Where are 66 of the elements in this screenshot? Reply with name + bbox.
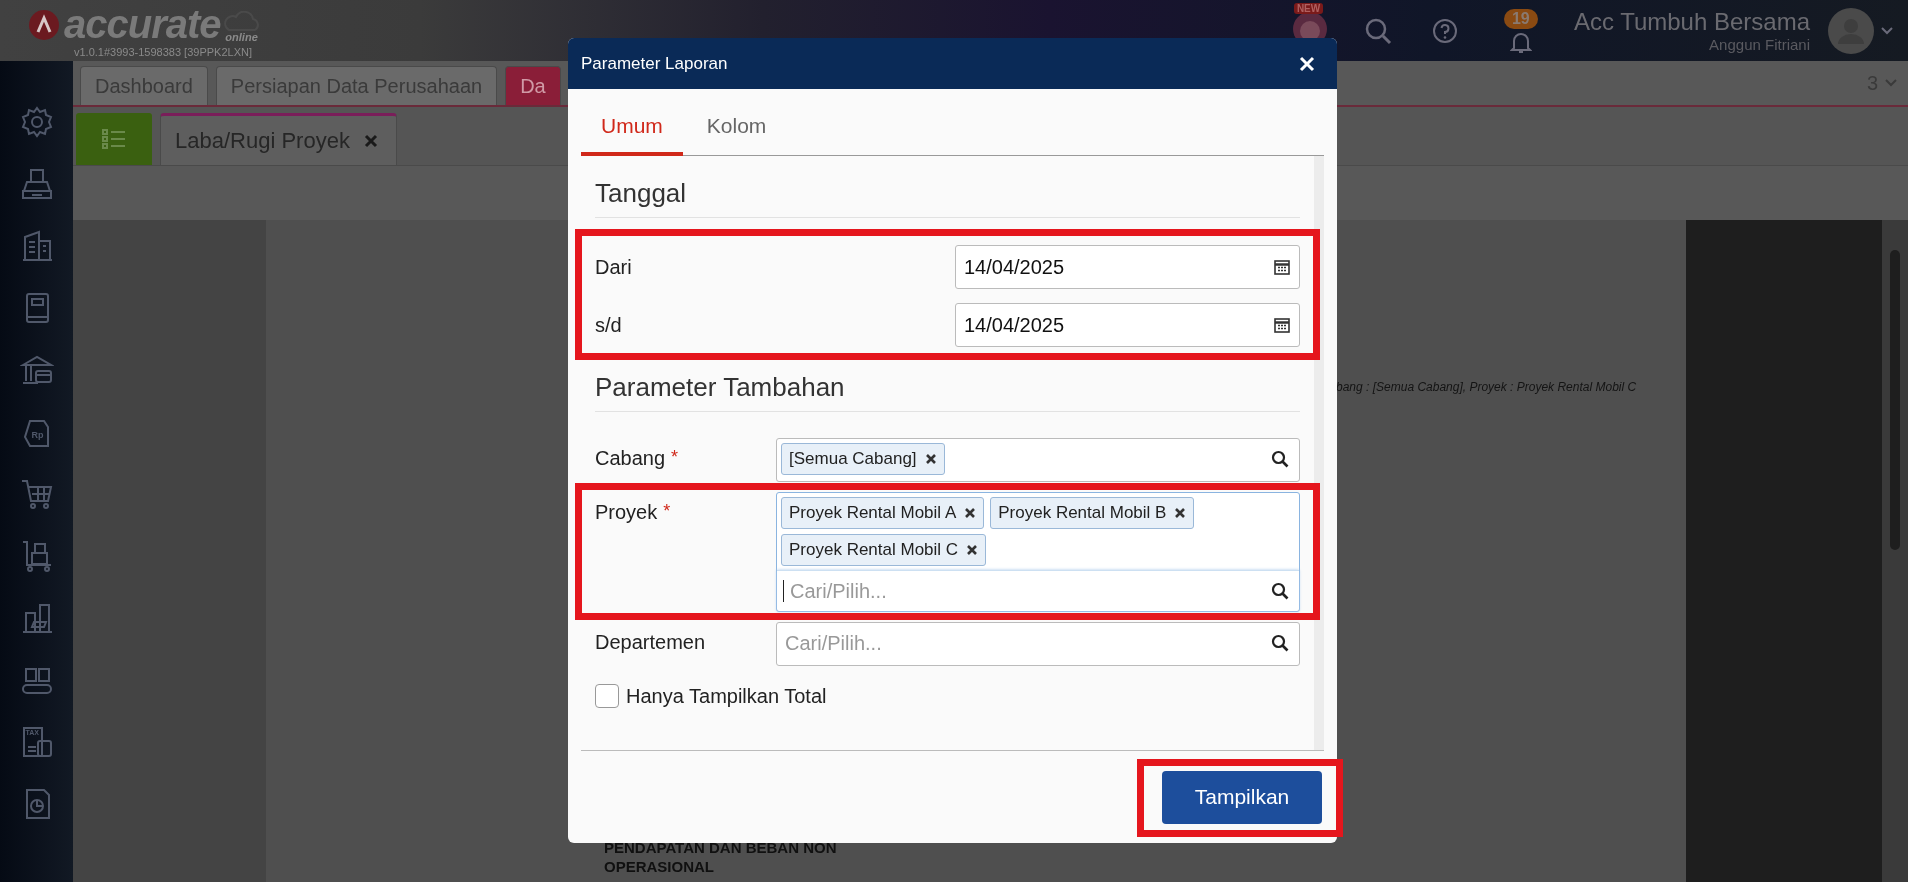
icon-label: Rp xyxy=(31,430,44,440)
multi-select-field[interactable]: Proyek Rental Mobil A Proyek Rental Mobil B Proyek Rental Mobil C Cari/Pilih... xyxy=(776,492,1300,612)
section-heading: Tanggal xyxy=(595,178,1300,218)
section-heading: Parameter Tambahan xyxy=(595,372,1300,412)
company-name: Acc Tumbuh Bersama xyxy=(1573,8,1810,36)
report-section-heading: PENDAPATAN DAN BEBAN NON OPERASIONAL xyxy=(604,838,838,876)
tab-label: Laba/Rugi Proyek xyxy=(175,127,350,154)
list-icon xyxy=(101,127,127,151)
notification-badge: 19 xyxy=(1503,8,1538,29)
placeholder-text: Cari/Pilih... xyxy=(789,579,888,603)
scrollbar[interactable] xyxy=(1314,156,1324,750)
tag-label: Proyek Rental Mobil B xyxy=(998,503,1167,523)
chevron-down-icon[interactable] xyxy=(1880,25,1894,36)
price-tag-menu-item[interactable]: Rp xyxy=(19,415,54,449)
tag-label: Proyek Rental Mobil C xyxy=(789,540,959,560)
remove-icon[interactable] xyxy=(1174,507,1187,519)
report-filter-text: bang : [Semua Cabang], Proyek : Proyek Rental Mobil C xyxy=(1336,380,1638,394)
cash-register-menu-item[interactable] xyxy=(19,167,54,201)
report-tab[interactable]: Laba/Rugi Proyek xyxy=(160,113,397,165)
cart-icon xyxy=(19,477,54,511)
avatar-icon[interactable] xyxy=(1828,7,1874,54)
dialog-tab[interactable]: Umum xyxy=(581,114,683,156)
required-mark: * xyxy=(663,501,671,523)
field-label: Proyek xyxy=(595,501,658,524)
dialog-title: Parameter Laporan xyxy=(581,53,728,74)
show-button[interactable]: Tampilkan xyxy=(1162,770,1322,824)
remove-icon[interactable] xyxy=(924,453,937,465)
logo-icon xyxy=(28,8,60,41)
search-icon[interactable] xyxy=(1271,582,1289,600)
cart-menu-item[interactable] xyxy=(19,477,54,511)
field-label: s/d xyxy=(595,313,622,337)
placeholder-text: Cari/Pilih... xyxy=(784,631,882,655)
required-mark: * xyxy=(671,447,679,469)
logo-subtext: online xyxy=(225,30,258,43)
chevron-down-icon xyxy=(1884,78,1898,88)
logo-text: accurate xyxy=(64,2,221,47)
field-label: Departemen xyxy=(595,631,706,654)
remove-icon[interactable] xyxy=(966,544,979,556)
search-icon[interactable] xyxy=(1271,634,1289,652)
user-name: Anggun Fitriani xyxy=(1709,36,1810,53)
remove-icon[interactable] xyxy=(964,507,977,519)
cash-register-icon xyxy=(19,167,54,201)
multi-select-field[interactable]: Cari/Pilih... xyxy=(776,622,1300,666)
date-field[interactable]: 14/04/2025 xyxy=(955,245,1300,289)
bank-menu-item[interactable] xyxy=(19,353,54,387)
search-icon[interactable] xyxy=(1271,450,1289,468)
field-label: Dari xyxy=(595,255,632,279)
date-field[interactable]: 14/04/2025 xyxy=(955,303,1300,347)
module-tab[interactable]: Da xyxy=(505,66,561,105)
tag-label: [Semua Cabang] xyxy=(789,449,917,469)
new-badge: NEW xyxy=(1293,2,1324,14)
multi-select-field[interactable]: [Semua Cabang] xyxy=(776,438,1300,482)
version-text: v1.0.1#3993-1598383 [39PPK2LXN] xyxy=(74,45,253,58)
scrollbar[interactable] xyxy=(1882,220,1908,882)
calendar-icon[interactable] xyxy=(1273,316,1291,334)
dialog-tab[interactable]: Kolom xyxy=(686,114,787,156)
calendar-icon[interactable] xyxy=(1273,258,1291,276)
gear-menu-item[interactable] xyxy=(19,105,54,139)
bank-icon xyxy=(19,353,54,387)
tag-label: Proyek Rental Mobil A xyxy=(789,503,957,523)
gear-icon xyxy=(19,105,54,139)
menu-list-button[interactable] xyxy=(76,113,152,165)
checkbox[interactable] xyxy=(595,684,619,708)
field-label: Cabang xyxy=(595,447,666,470)
help-icon[interactable] xyxy=(1431,17,1458,44)
checkbox-label: Hanya Tampilkan Total xyxy=(626,684,827,708)
